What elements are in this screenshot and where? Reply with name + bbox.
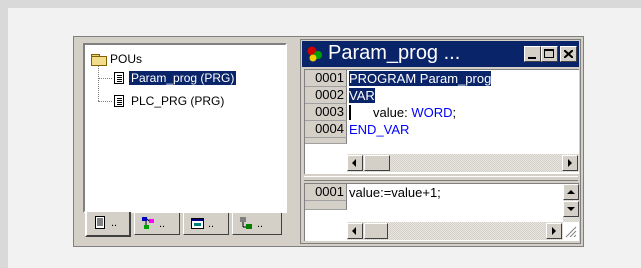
arrow-left-icon <box>352 159 356 167</box>
code-text: PROGRAM Param_prog <box>349 71 492 86</box>
arrow-right-icon <box>552 227 556 235</box>
scroll-right-button[interactable] <box>546 223 562 239</box>
resources-tab-icon <box>240 217 252 229</box>
scroll-thumb[interactable] <box>364 155 390 171</box>
editor-splitter[interactable] <box>304 176 578 181</box>
tree-item-label: PLC_PRG (PRG) <box>131 94 225 108</box>
horizontal-scrollbar[interactable] <box>347 154 579 172</box>
horizontal-scrollbar[interactable] <box>347 222 563 240</box>
scroll-left-button[interactable] <box>347 155 363 171</box>
code-line: END_VAR <box>349 121 409 138</box>
object-organizer-tree[interactable]: POUs Param_prog (PRG) PLC_PRG (PRG) <box>83 43 287 213</box>
resize-grip-icon[interactable] <box>565 226 577 238</box>
tree-connector-line <box>98 101 112 102</box>
code-text: value: <box>373 105 412 120</box>
pou-document-icon <box>114 95 124 107</box>
code-keyword: END_VAR <box>349 122 410 137</box>
tree-item-param-prog[interactable]: Param_prog (PRG) <box>129 70 237 86</box>
scroll-thumb[interactable] <box>364 223 388 239</box>
line-number: 0004 <box>305 121 347 138</box>
tree-root-label: POUs <box>110 52 143 66</box>
line-number: 0001 <box>305 184 347 201</box>
declaration-editor[interactable]: 0001 PROGRAM Param_prog 0002 VAR 0003 va… <box>304 69 579 174</box>
code-line: value:=value+1; <box>349 184 441 201</box>
pou-tab-icon <box>95 216 105 229</box>
tree-item-label: Param_prog (PRG) <box>129 71 237 85</box>
code-line: VAR <box>349 87 375 104</box>
scroll-down-button[interactable] <box>563 201 579 217</box>
pou-document-icon <box>114 72 124 84</box>
tree-connector-line <box>98 66 99 101</box>
line-number: 0003 <box>305 104 347 121</box>
code-line: value: WORD; <box>373 104 456 121</box>
program-pou-icon <box>307 46 322 62</box>
code-line: PROGRAM Param_prog <box>349 70 492 87</box>
organizer-tabs: .. .. .. .. <box>83 212 287 239</box>
arrow-down-icon <box>567 207 575 211</box>
visualization-tab-icon <box>191 218 204 229</box>
scroll-up-button[interactable] <box>563 184 579 200</box>
window-title: Param_prog ... <box>328 42 461 64</box>
maximize-icon <box>544 49 554 58</box>
line-number: 0002 <box>305 87 347 104</box>
folder-icon <box>91 54 107 66</box>
line-number-partial <box>305 201 347 210</box>
page-top-band <box>0 0 641 8</box>
code-text: VAR <box>349 88 375 103</box>
text-caret <box>349 105 351 120</box>
tab-label: .. <box>257 218 264 230</box>
tab-resources[interactable]: .. <box>232 213 282 235</box>
maximize-button[interactable] <box>541 46 558 62</box>
tab-data-types[interactable]: .. <box>134 213 180 235</box>
window-titlebar[interactable]: Param_prog ... <box>302 41 579 67</box>
code-text: ; <box>452 105 457 120</box>
close-icon <box>564 50 573 58</box>
arrow-right-icon <box>568 159 572 167</box>
page-left-band <box>0 8 8 268</box>
tree-item-plc-prg[interactable]: PLC_PRG (PRG) <box>131 93 224 109</box>
arrow-left-icon <box>352 227 356 235</box>
minimize-button[interactable] <box>524 46 541 62</box>
code-text: value:=value+1; <box>349 185 441 200</box>
tab-label: .. <box>111 217 118 229</box>
datatypes-tab-icon <box>142 217 154 229</box>
pou-editor-window: Param_prog ... 0001 PROGRAM Param_prog 0… <box>300 39 581 244</box>
close-button[interactable] <box>560 46 577 62</box>
vertical-scrollbar[interactable] <box>563 184 579 222</box>
scroll-right-button[interactable] <box>562 155 578 171</box>
minimize-icon <box>528 57 536 59</box>
implementation-editor[interactable]: 0001 value:=value+1; <box>304 183 579 241</box>
arrow-up-icon <box>567 190 575 194</box>
tab-visualizations[interactable]: .. <box>183 213 229 235</box>
tree-root-pous[interactable]: POUs <box>110 51 142 67</box>
tab-label: .. <box>208 218 215 230</box>
line-number: 0001 <box>305 70 347 87</box>
tree-connector-line <box>98 78 112 79</box>
tab-pous[interactable]: .. <box>85 212 131 237</box>
code-keyword: WORD <box>411 105 453 120</box>
tab-label: .. <box>159 218 166 230</box>
scroll-left-button[interactable] <box>347 223 363 239</box>
line-number-partial <box>305 138 347 144</box>
codesys-app-window: POUs Param_prog (PRG) PLC_PRG (PRG) .. .… <box>73 36 584 247</box>
